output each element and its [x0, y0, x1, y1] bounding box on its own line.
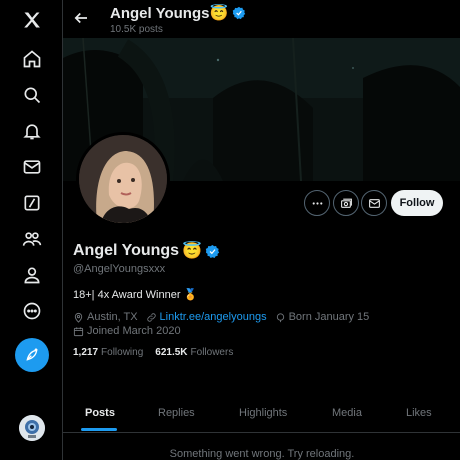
- followers-count: 621.5K: [155, 347, 188, 358]
- medal-emoji: 🏅: [183, 289, 198, 301]
- profile-link[interactable]: Linktr.ee/angelyoungs: [160, 311, 267, 323]
- tab-likes[interactable]: Likes: [406, 407, 432, 419]
- more-dots-icon: [312, 201, 322, 205]
- messages-icon[interactable]: [16, 151, 48, 183]
- message-button[interactable]: [361, 190, 387, 216]
- grok-icon[interactable]: [16, 187, 48, 219]
- birthday-icon: [276, 312, 284, 322]
- header-post-count: 10.5K posts: [110, 24, 163, 35]
- subscribe-button[interactable]: [333, 190, 359, 216]
- tab-posts[interactable]: Posts: [85, 407, 115, 419]
- home-icon[interactable]: [16, 43, 48, 75]
- follow-button[interactable]: Follow: [391, 190, 443, 216]
- profile-icon[interactable]: [16, 259, 48, 291]
- profile-main: Angel Youngs😇 10.5K posts Follow Angel Y…: [62, 0, 460, 460]
- following-count: 1,217: [73, 347, 99, 358]
- profile-stats: 1,217 Following 621.5K Followers: [73, 347, 233, 358]
- location-icon: [74, 312, 83, 323]
- profile-photo[interactable]: [76, 132, 170, 226]
- profile-name-text: Angel Youngs: [73, 242, 180, 259]
- post-button[interactable]: [15, 338, 49, 372]
- calendar-icon: [73, 326, 84, 336]
- sidebar: [0, 0, 62, 460]
- back-arrow-icon[interactable]: [72, 9, 90, 27]
- profile-location: Austin, TX: [87, 311, 138, 323]
- followers-stat[interactable]: 621.5K Followers: [155, 347, 233, 358]
- notifications-icon[interactable]: [16, 115, 48, 147]
- verified-badge-icon: [205, 244, 220, 258]
- following-stat[interactable]: 1,217 Following: [73, 347, 143, 358]
- following-label: Following: [101, 347, 144, 358]
- header-name-emoji: 😇: [209, 5, 229, 22]
- header-name-text: Angel Youngs: [110, 5, 210, 22]
- tab-replies[interactable]: Replies: [158, 407, 195, 419]
- profile-bio: 18+| 4x Award Winner 🏅: [73, 288, 198, 302]
- profile-handle: @AngelYoungsxxx: [73, 263, 166, 275]
- tab-media[interactable]: Media: [332, 407, 362, 419]
- account-avatar[interactable]: [19, 415, 45, 441]
- followers-label: Followers: [190, 347, 234, 358]
- money-icon: [340, 198, 352, 208]
- profile-joined: Joined March 2020: [87, 325, 181, 337]
- post-icon: [26, 348, 38, 361]
- profile-name-emoji: 😇: [182, 243, 202, 260]
- search-icon[interactable]: [16, 79, 48, 111]
- more-icon[interactable]: [16, 295, 48, 327]
- verified-badge-icon: [233, 6, 246, 20]
- profile-name: Angel Youngs 😇: [73, 241, 220, 261]
- x-logo-icon[interactable]: [16, 4, 48, 36]
- profile-header: Angel Youngs😇 10.5K posts: [63, 0, 460, 38]
- error-message: Something went wrong. Try reloading.: [169, 448, 355, 460]
- profile-meta-row: Austin, TX Linktr.ee/angelyoungs Born Ja…: [73, 311, 369, 323]
- tab-highlights[interactable]: Highlights: [239, 407, 287, 419]
- link-icon: [146, 312, 156, 322]
- profile-birthday: Born January 15: [288, 311, 370, 323]
- bio-text: 18+| 4x Award Winner: [73, 288, 181, 301]
- envelope-icon: [368, 198, 380, 208]
- more-options-button[interactable]: [304, 190, 330, 216]
- header-name: Angel Youngs😇: [110, 4, 246, 22]
- communities-icon[interactable]: [16, 223, 48, 255]
- profile-joined-row: Joined March 2020: [73, 325, 181, 337]
- profile-tabs: Posts Replies Highlights Media Likes: [63, 398, 460, 433]
- active-tab-indicator: [81, 428, 117, 431]
